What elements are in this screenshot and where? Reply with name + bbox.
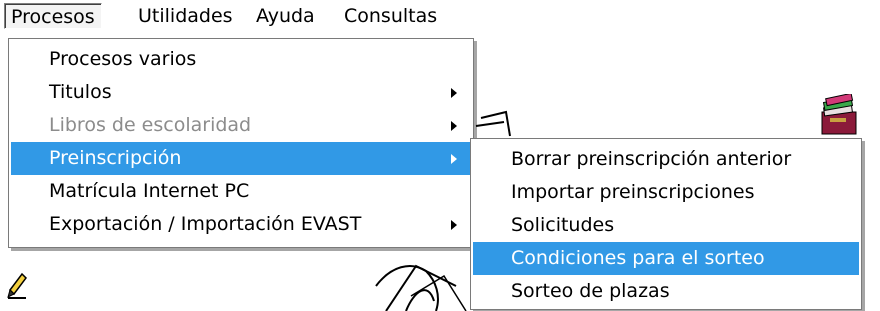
menu-item-sorteo-de-plazas[interactable]: Sorteo de plazas <box>473 275 859 308</box>
menu-item-label: Importar preinscripciones <box>511 181 755 203</box>
menu-item-importar-preinscripciones[interactable]: Importar preinscripciones <box>473 176 859 209</box>
menu-ayuda[interactable]: Ayuda <box>250 3 321 29</box>
submenu-arrow-icon <box>451 121 457 131</box>
menu-item-label: Preinscripción <box>49 147 182 169</box>
menu-bar: Procesos Utilidades Ayuda Consultas <box>0 0 880 32</box>
submenu-arrow-icon <box>451 154 457 164</box>
menu-item-label: Exportación / Importación EVAST <box>49 213 362 235</box>
submenu-arrow-icon <box>451 88 457 98</box>
preinscripcion-submenu: Borrar preinscripción anterior Importar … <box>470 138 862 310</box>
menu-consultas[interactable]: Consultas <box>338 3 443 29</box>
menu-item-label: Condiciones para el sorteo <box>511 247 765 269</box>
menu-item-label: Solicitudes <box>511 214 615 236</box>
menu-item-exportacion-importacion[interactable]: Exportación / Importación EVAST <box>11 208 471 241</box>
procesos-menu: Procesos varios Titulos Libros de escola… <box>8 38 474 248</box>
menu-item-condiciones-sorteo[interactable]: Condiciones para el sorteo <box>473 242 859 275</box>
menu-item-label: Sorteo de plazas <box>511 280 670 302</box>
menu-item-libros-de-escolaridad[interactable]: Libros de escolaridad <box>11 109 471 142</box>
menu-procesos[interactable]: Procesos <box>4 3 102 29</box>
menu-item-solicitudes[interactable]: Solicitudes <box>473 209 859 242</box>
menu-item-label: Borrar preinscripción anterior <box>511 148 792 170</box>
menu-item-borrar-preinscripcion[interactable]: Borrar preinscripción anterior <box>473 143 859 176</box>
menu-item-matricula-internet[interactable]: Matrícula Internet PC <box>11 175 471 208</box>
menu-item-label: Libros de escolaridad <box>49 114 252 136</box>
menu-item-procesos-varios[interactable]: Procesos varios <box>11 43 471 76</box>
menu-item-label: Procesos varios <box>49 48 197 70</box>
menu-item-label: Matrícula Internet PC <box>49 180 250 202</box>
pencil-icon <box>7 272 27 299</box>
books-icon <box>821 94 857 135</box>
submenu-arrow-icon <box>451 220 457 230</box>
menu-item-label: Titulos <box>49 81 112 103</box>
menu-item-titulos[interactable]: Titulos <box>11 76 471 109</box>
menu-item-preinscripcion[interactable]: Preinscripción <box>11 142 471 175</box>
menu-utilidades[interactable]: Utilidades <box>132 3 239 29</box>
